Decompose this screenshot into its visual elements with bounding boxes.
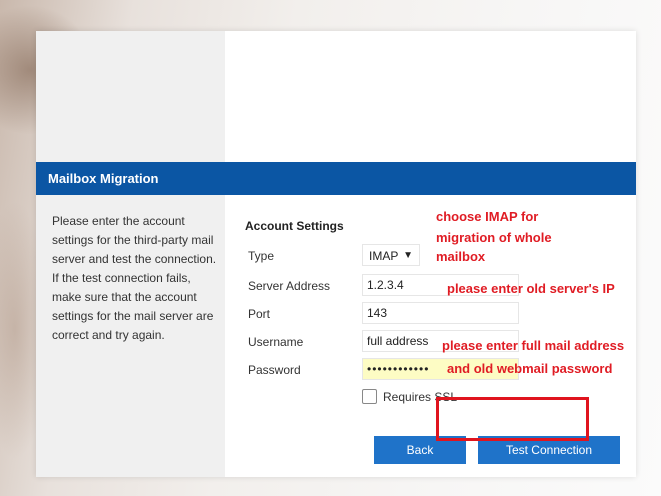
server-address-label: Server Address — [248, 279, 331, 293]
port-label: Port — [248, 307, 271, 321]
type-select[interactable]: IMAP ▼ — [362, 244, 420, 266]
dialog-title: Mailbox Migration — [36, 162, 636, 195]
annotation-imap-line3: mailbox — [436, 249, 486, 264]
annotation-creds-line1: please enter full mail address — [442, 338, 625, 353]
type-select-value: IMAP — [369, 249, 399, 263]
section-title: Account Settings — [245, 219, 344, 233]
annotation-creds-line2: and old webmail password — [447, 361, 613, 376]
requires-ssl-checkbox[interactable] — [362, 389, 377, 404]
annotation-imap-line2: migration of whole — [436, 230, 552, 245]
dialog-description: Please enter the account settings for th… — [52, 214, 217, 342]
type-label: Type — [248, 249, 275, 263]
annotation-server: please enter old server's IP — [447, 281, 615, 296]
password-label: Password — [248, 363, 301, 377]
highlight-box — [436, 397, 589, 441]
username-label: Username — [248, 335, 304, 349]
port-input[interactable]: 143 — [362, 302, 519, 324]
annotation-imap-line1: choose IMAP for — [436, 209, 539, 224]
chevron-down-icon: ▼ — [403, 250, 413, 261]
